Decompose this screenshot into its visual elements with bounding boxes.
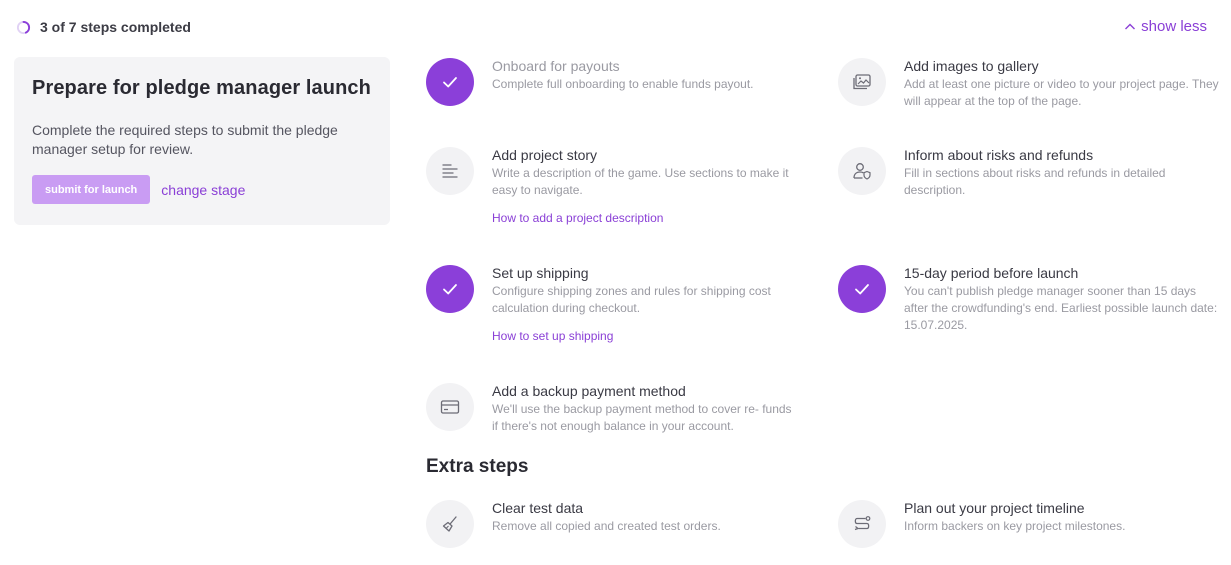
image-gallery-icon: [853, 74, 871, 90]
step-description: We'll use the backup payment method to c…: [492, 402, 792, 433]
step-title: Add project story: [492, 147, 598, 163]
text-lines-icon: [442, 164, 458, 178]
step-status-done: [426, 58, 474, 106]
step-status-done: [838, 265, 886, 313]
step-set-up-shipping[interactable]: Set up shipping Configure shipping zones…: [426, 265, 806, 343]
step-description: Write a description of the game. Use sec…: [492, 166, 789, 197]
step-icon-wrap: [426, 500, 474, 548]
card-title: Prepare for pledge manager launch: [32, 77, 371, 99]
step-risks-refunds[interactable]: Inform about risks and refunds Fill in s…: [838, 147, 1223, 199]
submit-for-launch-button[interactable]: submit for launch: [32, 175, 151, 204]
extra-step-clear-test-data[interactable]: Clear test data Remove all copied and cr…: [426, 500, 806, 548]
check-icon: [855, 284, 869, 295]
route-timeline-icon: [854, 516, 871, 531]
step-icon-wrap: [838, 147, 886, 195]
step-description: Remove all copied and created test order…: [492, 519, 721, 533]
step-description: Complete full onboarding to enable funds…: [492, 77, 754, 91]
progress-text: 3 of 7 steps completed: [40, 19, 191, 35]
broom-icon: [442, 516, 457, 532]
step-add-images[interactable]: Add images to gallery Add at least one p…: [838, 58, 1223, 110]
step-onboard-payouts[interactable]: Onboard for payouts Complete full onboar…: [426, 58, 806, 106]
help-link-project-description[interactable]: How to add a project description: [492, 211, 804, 225]
step-icon-wrap: [838, 58, 886, 106]
step-status-done: [426, 265, 474, 313]
step-description: Fill in sections about risks and refunds…: [904, 166, 1166, 197]
step-title: Add images to gallery: [904, 58, 1039, 74]
step-title: Set up shipping: [492, 265, 589, 281]
progress-ring-icon: [16, 20, 31, 34]
step-icon-wrap: [426, 147, 474, 195]
step-backup-payment[interactable]: Add a backup payment method We'll use th…: [426, 383, 806, 435]
step-description: You can't publish pledge manager sooner …: [904, 284, 1218, 332]
user-shield-icon: [853, 163, 871, 180]
step-add-story[interactable]: Add project story Write a description of…: [426, 147, 806, 225]
change-stage-link[interactable]: change stage: [161, 182, 245, 198]
step-title: Add a backup payment method: [492, 383, 686, 399]
progress-indicator: 3 of 7 steps completed: [16, 19, 191, 35]
step-title: Inform about risks and refunds: [904, 147, 1094, 163]
extra-steps-heading: Extra steps: [426, 456, 529, 477]
step-title: 15-day period before launch: [904, 265, 1079, 281]
step-description: Inform backers on key project milestones…: [904, 519, 1126, 533]
check-icon: [443, 77, 457, 88]
step-icon-wrap: [426, 383, 474, 431]
extra-step-project-timeline[interactable]: Plan out your project timeline Inform ba…: [838, 500, 1223, 548]
step-description: Configure shipping zones and rules for s…: [492, 284, 771, 315]
check-icon: [443, 284, 457, 295]
step-icon-wrap: [838, 500, 886, 548]
step-title: Plan out your project timeline: [904, 500, 1085, 516]
step-title: Onboard for payouts: [492, 58, 620, 74]
step-description: Add at least one picture or video to you…: [904, 77, 1219, 108]
step-title: Clear test data: [492, 500, 584, 516]
show-less-toggle[interactable]: show less: [1124, 18, 1207, 35]
chevron-up-icon: [1125, 23, 1136, 29]
show-less-label: show less: [1141, 18, 1207, 35]
credit-card-icon: [440, 400, 460, 414]
step-15-day-period[interactable]: 15-day period before launch You can't pu…: [838, 265, 1223, 334]
help-link-shipping[interactable]: How to set up shipping: [492, 329, 804, 343]
card-description: Complete the required steps to submit th…: [32, 122, 338, 157]
launch-card: Prepare for pledge manager launch Comple…: [14, 57, 390, 225]
